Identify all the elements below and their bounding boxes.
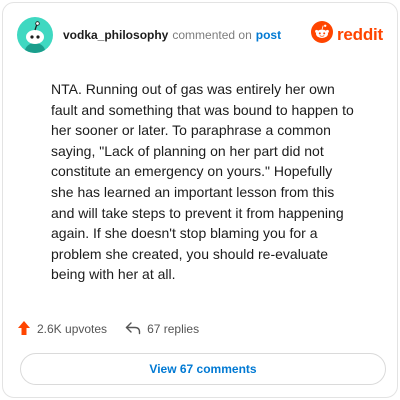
snoo-avatar-icon[interactable]	[17, 17, 53, 53]
comment-line: problem she created, you should re-evalu…	[51, 245, 329, 262]
comment-line: constitute an emergency on yours." Hopef…	[51, 163, 333, 180]
reddit-logo-icon	[310, 21, 333, 48]
comment-line: again. If she doesn't stop blaming you f…	[51, 225, 318, 242]
upvote-button[interactable]: 2.6K upvotes	[17, 320, 107, 339]
comment-actions: 2.6K upvotes 67 replies	[17, 317, 199, 341]
reply-arrow-icon	[125, 321, 141, 338]
post-link[interactable]: post	[256, 28, 281, 42]
reddit-brand[interactable]: reddit	[310, 21, 383, 48]
comment-card: vodka_philosophy commented on post reddi…	[2, 2, 398, 398]
comment-line: saying, "Lack of planning on her part di…	[51, 142, 324, 159]
comment-line: fault and something that was bound to ha…	[51, 101, 354, 118]
comment-line: she has learned an important lesson from…	[51, 183, 335, 200]
upvote-count: 2.6K upvotes	[37, 322, 108, 336]
replies-button[interactable]: 67 replies	[125, 321, 199, 338]
view-comments-button[interactable]: View 67 comments	[20, 353, 386, 385]
comment-line: her sooner or later. To paraphrase a com…	[51, 122, 331, 139]
upvote-arrow-icon	[17, 320, 31, 339]
reply-count: 67 replies	[147, 322, 200, 336]
username-link[interactable]: vodka_philosophy	[63, 28, 168, 42]
comment-body: NTA. Running out of gas was entirely her…	[51, 79, 396, 285]
brand-name: reddit	[336, 24, 383, 44]
action-text: commented on	[172, 28, 252, 42]
comment-line: and will take steps to prevent it from h…	[51, 204, 344, 221]
comment-line: being with her at all.	[51, 266, 176, 283]
comment-meta: vodka_philosophy commented on post	[63, 28, 281, 42]
comment-header: vodka_philosophy commented on post reddi…	[17, 17, 383, 53]
comment-line: NTA. Running out of gas was entirely her…	[51, 81, 335, 97]
